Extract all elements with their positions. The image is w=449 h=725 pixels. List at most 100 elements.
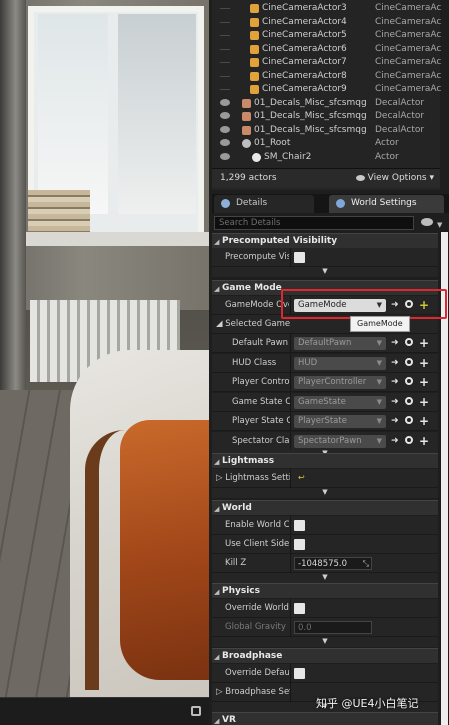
reset-icon[interactable]: ↩ xyxy=(298,473,305,482)
add-new-icon[interactable]: + xyxy=(419,375,429,389)
hidden-eye-icon[interactable] xyxy=(220,75,230,77)
outliner-row[interactable]: CineCameraActor6 CineCameraAc xyxy=(212,43,441,57)
gamemode-class-value: PlayerState xyxy=(298,416,347,426)
hidden-eye-icon[interactable] xyxy=(220,89,230,90)
lightmass-settings-row[interactable]: ▷ Lightmass Settin ↩ xyxy=(212,469,438,488)
outliner-row[interactable]: CineCameraActor4 CineCameraAc xyxy=(212,16,442,30)
use-selected-arrow-icon[interactable]: ➜ xyxy=(391,358,400,368)
section-physics[interactable]: ◢ Physics xyxy=(212,583,438,598)
outliner-row[interactable]: 01_Decals_Misc_sfcsmqg DecalActor xyxy=(212,124,440,138)
column-divider xyxy=(290,554,291,573)
section-lightmass[interactable]: ◢ Lightmass xyxy=(212,453,438,468)
add-new-icon[interactable]: + xyxy=(419,414,429,428)
gamemode-class-dropdown[interactable]: GameState ▼ xyxy=(294,395,386,409)
outliner-row[interactable]: SM_Chair2 Actor xyxy=(212,151,440,165)
outliner-row[interactable]: CineCameraActor7 CineCameraAc xyxy=(212,56,441,70)
outliner-row-name: 01_Decals_Misc_sfcsmqg xyxy=(254,111,367,121)
hidden-eye-icon[interactable] xyxy=(220,48,230,50)
gamemode-class-value: GameState xyxy=(298,396,346,407)
actor-count: 1,299 actors xyxy=(220,173,277,183)
browse-search-icon[interactable] xyxy=(405,338,413,346)
viewport-curtain xyxy=(0,0,26,420)
gamemode-class-dropdown[interactable]: PlayerState ▼ xyxy=(294,415,386,428)
gamemode-class-dropdown[interactable]: DefaultPawn ▼ xyxy=(294,337,386,350)
search-details-input[interactable]: Search Details xyxy=(214,216,414,230)
use-client-side-checkbox[interactable] xyxy=(294,539,305,550)
hidden-eye-icon[interactable] xyxy=(220,21,230,23)
gamemode-class-dropdown[interactable]: HUD ▼ xyxy=(294,356,386,370)
broadphase-settings-text: Broadphase Setti xyxy=(225,687,290,697)
use-selected-arrow-icon[interactable]: ➜ xyxy=(391,397,400,407)
outliner-row[interactable]: 01_Decals_Misc_sfcsmqg DecalActor xyxy=(212,97,440,111)
browse-search-icon[interactable] xyxy=(405,357,413,366)
spinner-icon[interactable]: ⤡ xyxy=(363,559,369,569)
use-selected-arrow-icon[interactable]: ➜ xyxy=(391,378,400,387)
add-new-icon[interactable]: + xyxy=(419,356,429,370)
outliner-row[interactable]: CineCameraActor3 CineCameraAc xyxy=(212,2,441,16)
override-default-broadphase-checkbox[interactable] xyxy=(294,668,305,679)
browse-search-icon[interactable] xyxy=(405,377,413,385)
browse-search-icon[interactable] xyxy=(405,396,413,405)
chevron-down-icon[interactable]: ▼ xyxy=(437,221,442,229)
outliner-row-type: CineCameraAc xyxy=(375,16,442,27)
outliner-row[interactable]: CineCameraActor5 CineCameraAc xyxy=(212,29,441,43)
hidden-eye-icon[interactable] xyxy=(220,35,230,36)
advanced-expand-button[interactable]: ▼ xyxy=(212,267,438,277)
camera-icon xyxy=(250,44,259,54)
global-gravity-z-input[interactable]: 0.0 xyxy=(294,621,372,634)
use-selected-arrow-icon[interactable]: ➜ xyxy=(391,436,400,446)
outliner-row[interactable]: 01_Root Actor xyxy=(212,137,440,151)
world-outliner: CineCameraActor3 CineCameraAc CineCameraAc… xyxy=(212,0,442,190)
outliner-row[interactable]: CineCameraActor9 CineCameraAc xyxy=(212,83,442,97)
tab-world-settings[interactable]: World Settings xyxy=(329,195,444,213)
advanced-expand-button[interactable]: ▼ xyxy=(212,637,438,647)
advanced-expand-button[interactable]: ▼ xyxy=(212,488,438,498)
tab-world-settings-label: World Settings xyxy=(351,198,417,208)
gamemode-class-dropdown[interactable]: SpectatorPawn ▼ xyxy=(294,434,386,448)
hidden-eye-icon[interactable] xyxy=(220,62,230,63)
browse-search-icon[interactable] xyxy=(405,435,413,444)
eye-icon[interactable] xyxy=(220,125,230,133)
use-selected-arrow-icon[interactable]: ➜ xyxy=(391,417,400,426)
enable-world-composition-checkbox[interactable] xyxy=(294,520,305,531)
use-selected-arrow-icon[interactable]: ➜ xyxy=(391,339,400,348)
section-precomputed-visibility[interactable]: ◢ Precomputed Visibility xyxy=(212,233,438,248)
add-new-icon[interactable]: + xyxy=(419,434,429,448)
precompute-visibility-checkbox[interactable] xyxy=(294,252,305,263)
advanced-expand-button[interactable]: ▼ xyxy=(212,573,438,583)
outliner-row[interactable]: CineCameraActor8 CineCameraAc xyxy=(212,70,441,84)
eye-icon[interactable] xyxy=(220,112,230,119)
kill-z-input[interactable]: -1048575.0 ⤡ xyxy=(294,557,372,570)
level-viewport[interactable] xyxy=(0,0,209,725)
collapse-arrow-icon: ◢ xyxy=(216,319,226,329)
selected-gamemode-label: ◢ Selected GameM xyxy=(216,319,290,329)
eye-icon[interactable] xyxy=(220,139,230,146)
outliner-row[interactable]: 01_Decals_Misc_sfcsmqg DecalActor xyxy=(212,110,440,124)
outliner-row-name: CineCameraActor8 xyxy=(262,70,347,81)
gamemode-class-dropdown[interactable]: PlayerController ▼ xyxy=(294,376,386,389)
override-default-broadphase-label: Override Default xyxy=(225,668,289,678)
camera-icon xyxy=(250,71,259,81)
lock-icon[interactable] xyxy=(191,706,201,716)
section-world[interactable]: ◢ World xyxy=(212,500,438,515)
override-default-broadphase-row: Override Default xyxy=(212,664,438,683)
view-options-button[interactable]: View Options ▾ xyxy=(355,173,434,183)
outliner-row-type: CineCameraAc xyxy=(375,84,442,94)
add-new-icon[interactable]: + xyxy=(419,395,429,409)
browse-search-icon[interactable] xyxy=(405,416,413,424)
section-vr[interactable]: ◢ VR xyxy=(212,712,438,725)
collapse-arrow-icon: ◢ xyxy=(214,505,220,513)
gamemode-class-label: Player Controll xyxy=(232,377,290,387)
add-new-icon[interactable]: + xyxy=(419,336,429,350)
tab-details[interactable]: Details xyxy=(214,195,314,213)
chevron-down-icon: ▼ xyxy=(376,417,382,425)
override-world-gravity-checkbox[interactable] xyxy=(294,603,305,614)
eye-icon[interactable] xyxy=(220,98,230,106)
hidden-eye-icon[interactable] xyxy=(220,8,230,9)
eye-icon[interactable] xyxy=(220,152,230,160)
section-title: VR xyxy=(222,715,236,725)
eye-icon[interactable] xyxy=(421,218,433,226)
broadphase-settings-label: ▷ Broadphase Setti xyxy=(216,687,290,697)
section-title: Physics xyxy=(222,586,261,596)
section-broadphase[interactable]: ◢ Broadphase xyxy=(212,648,438,663)
